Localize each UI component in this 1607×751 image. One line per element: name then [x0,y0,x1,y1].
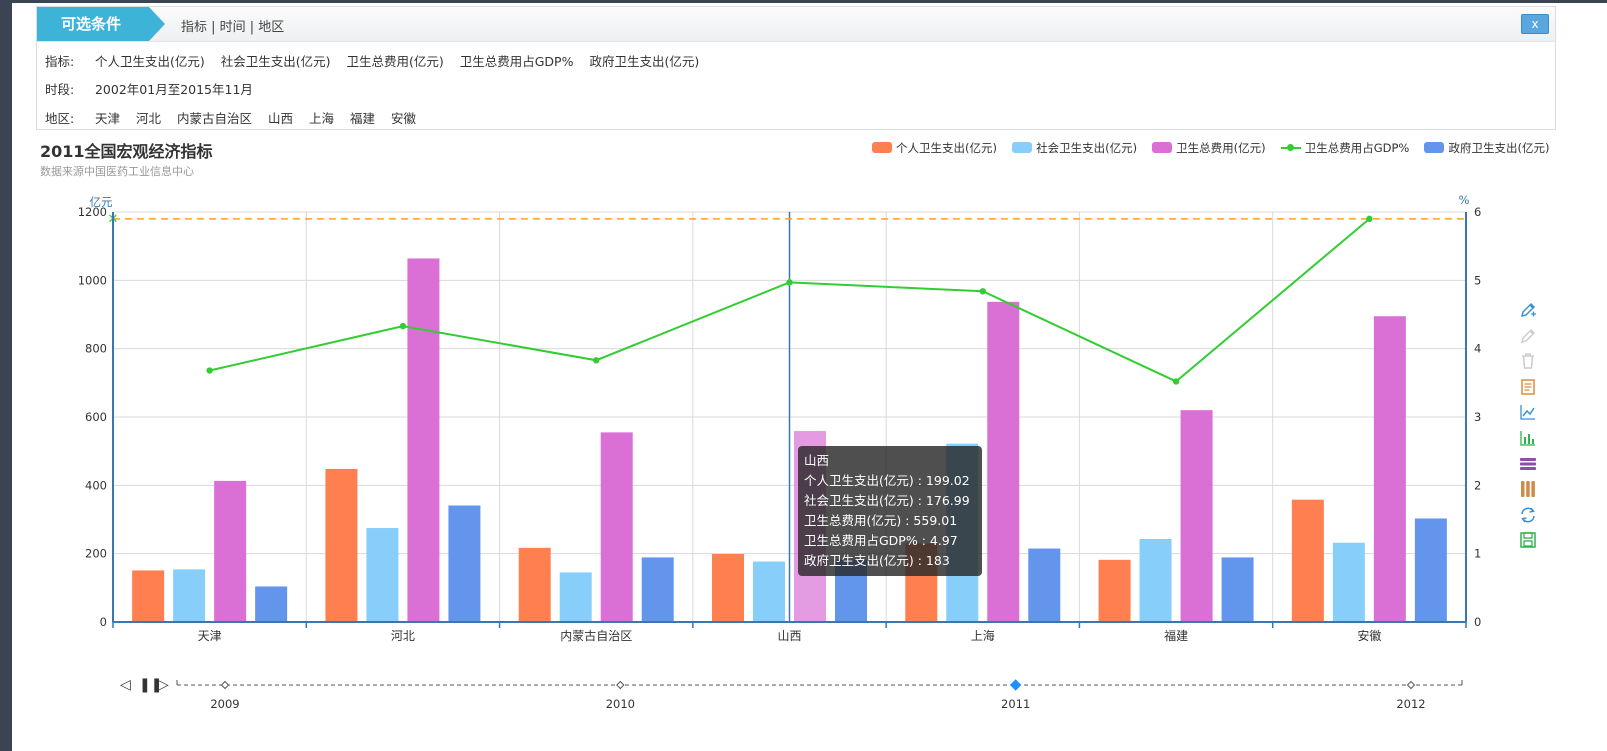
chart-canvas: ✕天津河北内蒙古自治区山西上海福建安徽020040060080010001200… [78,193,1482,711]
y-left-tick-label: 1000 [78,273,107,287]
mark-clear-icon[interactable] [1516,349,1540,373]
bar [132,570,165,622]
y-right-axis-label: % [1459,193,1470,207]
bar [1139,538,1172,622]
bar [641,557,674,622]
x-tick-label: 上海 [971,628,995,643]
y-left-tick-label: 800 [85,342,107,356]
x-tick-label: 内蒙古自治区 [560,628,632,643]
mark-pen-icon[interactable] [1516,298,1540,322]
y-right-tick-label: 1 [1474,547,1481,561]
bar-chart-icon[interactable] [1516,426,1540,450]
timeline-year-label: 2012 [1396,697,1425,711]
y-left-axis-label: 亿元 [90,195,113,209]
y-right-tick-label: 2 [1474,478,1481,492]
tooltip-line: 个人卫生支出(亿元) : 199.02 [804,473,970,488]
timeline-point [220,680,230,690]
bar [448,505,481,622]
x-tick-label: 河北 [391,629,415,643]
bar [1098,559,1131,622]
x-tick-label: 安徽 [1357,628,1381,643]
tooltip-line: 政府卫生支出(亿元) : 183 [804,553,950,568]
timeline-next-icon[interactable]: ▷ [158,676,169,694]
y-right-tick-label: 4 [1474,342,1481,356]
bar [987,301,1020,622]
timeline-prev-icon[interactable]: ◁ [120,676,131,694]
timeline-point [1009,679,1022,691]
y-right-tick-label: 3 [1474,410,1481,424]
timeline-year-label: 2010 [606,697,635,711]
y-left-tick-label: 0 [100,615,107,629]
chart-tooltip: 山西 个人卫生支出(亿元) : 199.02 社会卫生支出(亿元) : 176.… [798,446,982,576]
bar [173,569,206,622]
bar [1291,499,1324,622]
bar [1373,316,1406,622]
x-tick-label: 山西 [777,629,801,643]
line-point [399,322,407,330]
bar [1180,410,1213,622]
bar [712,554,744,622]
x-tick-label: 福建 [1164,628,1188,643]
bar [214,480,247,622]
y-right-tick-label: 0 [1474,615,1481,629]
line-point [593,357,600,364]
timeline-point [1406,680,1416,690]
save-image-icon[interactable] [1516,528,1540,552]
bar [366,528,399,622]
timeline-year-label: 2011 [1001,697,1030,711]
bar [1028,548,1061,622]
line-point [206,367,213,374]
y-right-tick-label: 5 [1474,273,1481,287]
mark-undo-icon[interactable] [1516,324,1540,348]
restore-icon[interactable] [1516,503,1540,527]
tiled-icon[interactable] [1516,477,1540,501]
timeline-year-label: 2009 [210,697,239,711]
x-tick-label: 天津 [198,629,222,643]
bar [753,561,785,622]
tooltip-line: 卫生总费用占GDP% : 4.97 [804,533,958,548]
y-left-tick-label: 400 [85,478,107,492]
bar [600,432,633,622]
y-left-tick-label: 600 [85,410,107,424]
data-view-icon[interactable] [1516,375,1540,399]
bar [518,547,551,622]
line-point [1366,215,1373,223]
line-point [786,279,793,286]
bar [559,572,592,622]
tooltip-line: 社会卫生支出(亿元) : 176.99 [804,493,970,508]
line-point [979,288,986,295]
tooltip-line: 卫生总费用(亿元) : 559.01 [804,513,958,528]
line-chart-icon[interactable] [1516,400,1540,424]
timeline-point [616,680,625,690]
bar [1221,557,1254,622]
chart-toolbox [1516,298,1540,554]
bar [407,258,440,622]
bar [325,468,358,622]
y-left-tick-label: 200 [85,547,107,561]
bar [255,586,288,622]
bar [1332,542,1365,622]
y-right-tick-label: 6 [1474,205,1481,219]
stack-icon[interactable] [1516,452,1540,476]
bar [1414,518,1447,622]
line-point [1172,378,1180,385]
tooltip-title: 山西 [804,453,830,468]
